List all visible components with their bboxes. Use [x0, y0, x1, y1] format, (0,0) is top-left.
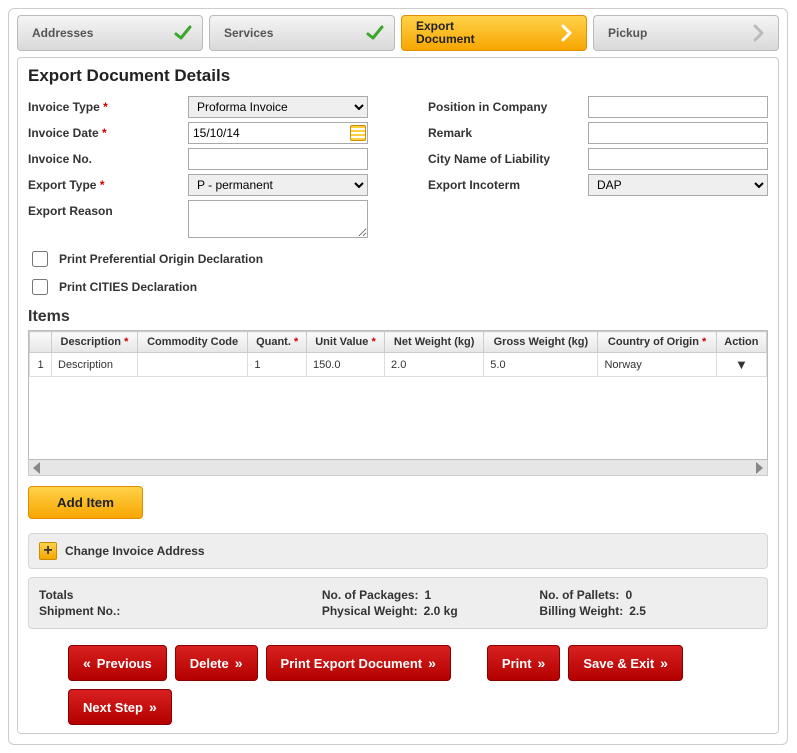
print-cities-checkbox[interactable] — [32, 279, 48, 295]
label-invoice-no: Invoice No. — [28, 152, 188, 166]
save-exit-button[interactable]: Save & Exit» — [568, 645, 683, 681]
row-action-menu[interactable]: ▼ — [716, 353, 766, 377]
export-document-panel: Addresses Services Export Document Picku… — [8, 8, 788, 745]
label-invoice-type: Invoice Type * — [28, 100, 188, 114]
chevron-right-icon: » — [149, 699, 157, 715]
col-quant: Quant. * — [248, 332, 307, 353]
totals-panel: Totals No. of Packages:1 No. of Pallets:… — [28, 577, 768, 629]
cell-unit-value[interactable]: 150.0 — [306, 353, 384, 377]
next-step-button[interactable]: Next Step» — [68, 689, 172, 725]
chevron-right-icon — [556, 22, 578, 44]
label-invoice-date: Invoice Date * — [28, 126, 188, 140]
label-export-reason: Export Reason — [28, 200, 188, 218]
print-pref-origin-label: Print Preferential Origin Declaration — [59, 252, 263, 266]
step-label: Export Document — [416, 20, 496, 46]
col-gross-weight: Gross Weight (kg) — [484, 332, 598, 353]
cell-gross-weight[interactable]: 5.0 — [484, 353, 598, 377]
plus-icon: + — [39, 542, 57, 560]
step-addresses[interactable]: Addresses — [17, 15, 203, 51]
totals-label: Totals — [39, 588, 322, 602]
remark-input[interactable] — [588, 122, 768, 144]
col-country: Country of Origin * — [598, 332, 716, 353]
cell-num: 1 — [30, 353, 52, 377]
print-button[interactable]: Print» — [487, 645, 560, 681]
change-invoice-address-label: Change Invoice Address — [65, 544, 205, 558]
print-cities-label: Print CITIES Declaration — [59, 280, 197, 294]
items-grid: Description * Commodity Code Quant. * Un… — [28, 330, 768, 460]
items-heading: Items — [28, 308, 768, 326]
form-col-right: Position in Company Remark City Name of … — [428, 92, 768, 242]
cell-commodity[interactable] — [137, 353, 248, 377]
export-incoterm-select[interactable]: DAP — [588, 174, 768, 196]
label-remark: Remark — [428, 126, 588, 140]
chevron-right-icon: » — [660, 655, 668, 671]
label-export-type: Export Type * — [28, 178, 188, 192]
check-icon — [364, 22, 386, 44]
horizontal-scrollbar[interactable] — [28, 460, 768, 476]
cell-net-weight[interactable]: 2.0 — [385, 353, 484, 377]
col-net-weight: Net Weight (kg) — [385, 332, 484, 353]
chevron-right-icon: » — [538, 655, 546, 671]
col-action: Action — [716, 332, 766, 353]
form-grid: Invoice Type * Proforma Invoice Invoice … — [28, 92, 768, 242]
col-num — [30, 332, 52, 353]
cell-quant[interactable]: 1 — [248, 353, 307, 377]
invoice-type-select[interactable]: Proforma Invoice — [188, 96, 368, 118]
chevron-right-icon: » — [235, 655, 243, 671]
export-reason-textarea[interactable] — [188, 200, 368, 238]
label-export-incoterm: Export Incoterm — [428, 178, 588, 192]
city-of-liability-input[interactable] — [588, 148, 768, 170]
print-pref-origin-checkbox[interactable] — [32, 251, 48, 267]
chevron-right-icon — [748, 22, 770, 44]
table-row[interactable]: 1 Description 1 150.0 2.0 5.0 Norway ▼ — [30, 353, 767, 377]
cell-country[interactable]: Norway — [598, 353, 716, 377]
section-title: Export Document Details — [28, 66, 768, 86]
label-city-of-liability: City Name of Liability — [428, 152, 588, 166]
step-pickup[interactable]: Pickup — [593, 15, 779, 51]
step-label: Pickup — [608, 26, 647, 40]
invoice-date-input[interactable] — [188, 122, 368, 144]
col-unit-value: Unit Value * — [306, 332, 384, 353]
delete-button[interactable]: Delete» — [175, 645, 258, 681]
col-description: Description * — [52, 332, 138, 353]
position-in-company-input[interactable] — [588, 96, 768, 118]
change-invoice-address-toggle[interactable]: + Change Invoice Address — [29, 534, 767, 568]
step-export-document[interactable]: Export Document — [401, 15, 587, 51]
invoice-no-input[interactable] — [188, 148, 368, 170]
label-position-in-company: Position in Company — [428, 100, 588, 114]
col-commodity: Commodity Code — [137, 332, 248, 353]
step-services[interactable]: Services — [209, 15, 395, 51]
chevron-left-icon: « — [83, 655, 91, 671]
cell-description[interactable]: Description — [52, 353, 138, 377]
button-bar: «Previous Delete» Print Export Document»… — [28, 645, 768, 725]
step-label: Addresses — [32, 26, 93, 40]
calendar-icon[interactable] — [350, 125, 366, 141]
previous-button[interactable]: «Previous — [68, 645, 167, 681]
step-label: Services — [224, 26, 273, 40]
change-invoice-address-accordion: + Change Invoice Address — [28, 533, 768, 569]
wizard-steps: Addresses Services Export Document Picku… — [17, 15, 779, 51]
main-panel: Export Document Details Invoice Type * P… — [17, 57, 779, 734]
add-item-button[interactable]: Add Item — [28, 486, 143, 519]
check-icon — [172, 22, 194, 44]
grid-header-row: Description * Commodity Code Quant. * Un… — [30, 332, 767, 353]
export-type-select[interactable]: P - permanent — [188, 174, 368, 196]
print-export-document-button[interactable]: Print Export Document» — [266, 645, 451, 681]
chevron-right-icon: » — [428, 655, 436, 671]
form-col-left: Invoice Type * Proforma Invoice Invoice … — [28, 92, 368, 242]
